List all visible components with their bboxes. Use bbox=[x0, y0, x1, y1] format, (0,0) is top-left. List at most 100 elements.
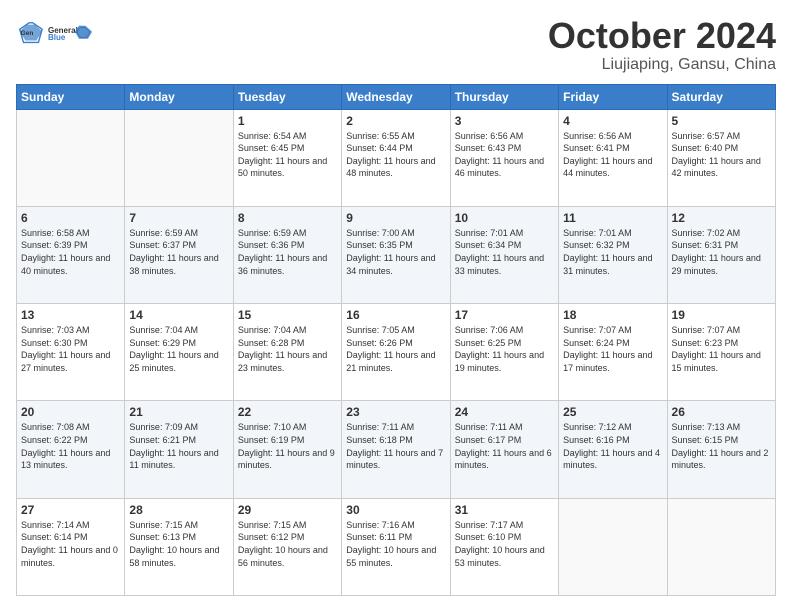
header-cell-tuesday: Tuesday bbox=[233, 84, 341, 109]
sunset-label: Sunset: 6:37 PM bbox=[129, 240, 196, 250]
day-detail: Sunrise: 7:15 AM Sunset: 6:12 PM Dayligh… bbox=[238, 519, 337, 569]
day-detail: Sunrise: 7:01 AM Sunset: 6:34 PM Dayligh… bbox=[455, 227, 554, 277]
calendar-week-2: 6 Sunrise: 6:58 AM Sunset: 6:39 PM Dayli… bbox=[17, 206, 776, 303]
calendar-cell: 7 Sunrise: 6:59 AM Sunset: 6:37 PM Dayli… bbox=[125, 206, 233, 303]
calendar-cell: 20 Sunrise: 7:08 AM Sunset: 6:22 PM Dayl… bbox=[17, 401, 125, 498]
day-number: 5 bbox=[672, 114, 771, 128]
calendar-cell bbox=[667, 498, 775, 595]
sunrise-label: Sunrise: 7:07 AM bbox=[563, 325, 632, 335]
calendar-cell: 22 Sunrise: 7:10 AM Sunset: 6:19 PM Dayl… bbox=[233, 401, 341, 498]
daylight-label: Daylight: 11 hours and 44 minutes. bbox=[563, 156, 652, 179]
header-cell-friday: Friday bbox=[559, 84, 667, 109]
sunrise-label: Sunrise: 6:56 AM bbox=[563, 131, 632, 141]
calendar-week-4: 20 Sunrise: 7:08 AM Sunset: 6:22 PM Dayl… bbox=[17, 401, 776, 498]
daylight-label: Daylight: 10 hours and 58 minutes. bbox=[129, 545, 219, 568]
daylight-label: Daylight: 11 hours and 40 minutes. bbox=[21, 253, 110, 276]
day-detail: Sunrise: 7:10 AM Sunset: 6:19 PM Dayligh… bbox=[238, 421, 337, 471]
day-number: 12 bbox=[672, 211, 771, 225]
sunrise-label: Sunrise: 6:59 AM bbox=[238, 228, 307, 238]
sunset-label: Sunset: 6:21 PM bbox=[129, 435, 196, 445]
daylight-label: Daylight: 11 hours and 23 minutes. bbox=[238, 350, 327, 373]
sunrise-label: Sunrise: 7:02 AM bbox=[672, 228, 741, 238]
day-number: 21 bbox=[129, 405, 228, 419]
sunrise-label: Sunrise: 7:08 AM bbox=[21, 422, 90, 432]
calendar-cell: 19 Sunrise: 7:07 AM Sunset: 6:23 PM Dayl… bbox=[667, 304, 775, 401]
daylight-label: Daylight: 11 hours and 2 minutes. bbox=[672, 448, 769, 471]
sunrise-label: Sunrise: 7:11 AM bbox=[455, 422, 523, 432]
sunset-label: Sunset: 6:15 PM bbox=[672, 435, 739, 445]
daylight-label: Daylight: 11 hours and 21 minutes. bbox=[346, 350, 435, 373]
sunset-label: Sunset: 6:25 PM bbox=[455, 338, 522, 348]
sunrise-label: Sunrise: 7:01 AM bbox=[455, 228, 524, 238]
calendar-week-3: 13 Sunrise: 7:03 AM Sunset: 6:30 PM Dayl… bbox=[17, 304, 776, 401]
sunset-label: Sunset: 6:10 PM bbox=[455, 532, 522, 542]
header-cell-sunday: Sunday bbox=[17, 84, 125, 109]
day-detail: Sunrise: 7:17 AM Sunset: 6:10 PM Dayligh… bbox=[455, 519, 554, 569]
day-detail: Sunrise: 7:03 AM Sunset: 6:30 PM Dayligh… bbox=[21, 324, 120, 374]
sunset-label: Sunset: 6:44 PM bbox=[346, 143, 413, 153]
calendar-cell: 27 Sunrise: 7:14 AM Sunset: 6:14 PM Dayl… bbox=[17, 498, 125, 595]
day-detail: Sunrise: 7:09 AM Sunset: 6:21 PM Dayligh… bbox=[129, 421, 228, 471]
sunrise-label: Sunrise: 6:56 AM bbox=[455, 131, 524, 141]
day-number: 13 bbox=[21, 308, 120, 322]
day-number: 7 bbox=[129, 211, 228, 225]
sunset-label: Sunset: 6:12 PM bbox=[238, 532, 305, 542]
day-detail: Sunrise: 7:12 AM Sunset: 6:16 PM Dayligh… bbox=[563, 421, 662, 471]
day-number: 31 bbox=[455, 503, 554, 517]
daylight-label: Daylight: 10 hours and 53 minutes. bbox=[455, 545, 545, 568]
sunrise-label: Sunrise: 7:03 AM bbox=[21, 325, 90, 335]
calendar-cell: 21 Sunrise: 7:09 AM Sunset: 6:21 PM Dayl… bbox=[125, 401, 233, 498]
svg-text:Gen: Gen bbox=[21, 29, 34, 36]
calendar-cell: 23 Sunrise: 7:11 AM Sunset: 6:18 PM Dayl… bbox=[342, 401, 450, 498]
day-number: 4 bbox=[563, 114, 662, 128]
day-detail: Sunrise: 6:56 AM Sunset: 6:43 PM Dayligh… bbox=[455, 130, 554, 180]
daylight-label: Daylight: 11 hours and 7 minutes. bbox=[346, 448, 443, 471]
daylight-label: Daylight: 11 hours and 27 minutes. bbox=[21, 350, 110, 373]
daylight-label: Daylight: 11 hours and 25 minutes. bbox=[129, 350, 218, 373]
calendar-cell: 2 Sunrise: 6:55 AM Sunset: 6:44 PM Dayli… bbox=[342, 109, 450, 206]
calendar-cell: 12 Sunrise: 7:02 AM Sunset: 6:31 PM Dayl… bbox=[667, 206, 775, 303]
sunrise-label: Sunrise: 7:14 AM bbox=[21, 520, 90, 530]
day-detail: Sunrise: 7:05 AM Sunset: 6:26 PM Dayligh… bbox=[346, 324, 445, 374]
sunset-label: Sunset: 6:17 PM bbox=[455, 435, 522, 445]
sunset-label: Sunset: 6:11 PM bbox=[346, 532, 412, 542]
daylight-label: Daylight: 11 hours and 13 minutes. bbox=[21, 448, 110, 471]
calendar-cell: 30 Sunrise: 7:16 AM Sunset: 6:11 PM Dayl… bbox=[342, 498, 450, 595]
daylight-label: Daylight: 11 hours and 50 minutes. bbox=[238, 156, 327, 179]
day-detail: Sunrise: 6:59 AM Sunset: 6:37 PM Dayligh… bbox=[129, 227, 228, 277]
daylight-label: Daylight: 11 hours and 48 minutes. bbox=[346, 156, 435, 179]
day-detail: Sunrise: 7:04 AM Sunset: 6:29 PM Dayligh… bbox=[129, 324, 228, 374]
day-detail: Sunrise: 6:54 AM Sunset: 6:45 PM Dayligh… bbox=[238, 130, 337, 180]
calendar-week-5: 27 Sunrise: 7:14 AM Sunset: 6:14 PM Dayl… bbox=[17, 498, 776, 595]
sunset-label: Sunset: 6:32 PM bbox=[563, 240, 630, 250]
day-number: 10 bbox=[455, 211, 554, 225]
sunrise-label: Sunrise: 7:16 AM bbox=[346, 520, 415, 530]
daylight-label: Daylight: 11 hours and 9 minutes. bbox=[238, 448, 335, 471]
sunset-label: Sunset: 6:19 PM bbox=[238, 435, 305, 445]
calendar-cell: 5 Sunrise: 6:57 AM Sunset: 6:40 PM Dayli… bbox=[667, 109, 775, 206]
calendar-cell: 31 Sunrise: 7:17 AM Sunset: 6:10 PM Dayl… bbox=[450, 498, 558, 595]
day-detail: Sunrise: 7:00 AM Sunset: 6:35 PM Dayligh… bbox=[346, 227, 445, 277]
day-number: 25 bbox=[563, 405, 662, 419]
calendar-cell bbox=[559, 498, 667, 595]
daylight-label: Daylight: 11 hours and 38 minutes. bbox=[129, 253, 218, 276]
day-number: 20 bbox=[21, 405, 120, 419]
calendar-table: SundayMondayTuesdayWednesdayThursdayFrid… bbox=[16, 84, 776, 596]
calendar-cell: 16 Sunrise: 7:05 AM Sunset: 6:26 PM Dayl… bbox=[342, 304, 450, 401]
daylight-label: Daylight: 10 hours and 55 minutes. bbox=[346, 545, 436, 568]
day-number: 28 bbox=[129, 503, 228, 517]
svg-text:Blue: Blue bbox=[48, 33, 66, 42]
calendar-cell: 26 Sunrise: 7:13 AM Sunset: 6:15 PM Dayl… bbox=[667, 401, 775, 498]
day-number: 2 bbox=[346, 114, 445, 128]
calendar-cell: 14 Sunrise: 7:04 AM Sunset: 6:29 PM Dayl… bbox=[125, 304, 233, 401]
sunset-label: Sunset: 6:13 PM bbox=[129, 532, 196, 542]
title-area: October 2024 Liujiaping, Gansu, China bbox=[548, 16, 776, 74]
sunrise-label: Sunrise: 7:09 AM bbox=[129, 422, 198, 432]
daylight-label: Daylight: 11 hours and 6 minutes. bbox=[455, 448, 552, 471]
day-detail: Sunrise: 6:55 AM Sunset: 6:44 PM Dayligh… bbox=[346, 130, 445, 180]
sunset-label: Sunset: 6:40 PM bbox=[672, 143, 739, 153]
sunrise-label: Sunrise: 6:58 AM bbox=[21, 228, 90, 238]
day-detail: Sunrise: 7:07 AM Sunset: 6:23 PM Dayligh… bbox=[672, 324, 771, 374]
sunset-label: Sunset: 6:36 PM bbox=[238, 240, 305, 250]
sunset-label: Sunset: 6:23 PM bbox=[672, 338, 739, 348]
